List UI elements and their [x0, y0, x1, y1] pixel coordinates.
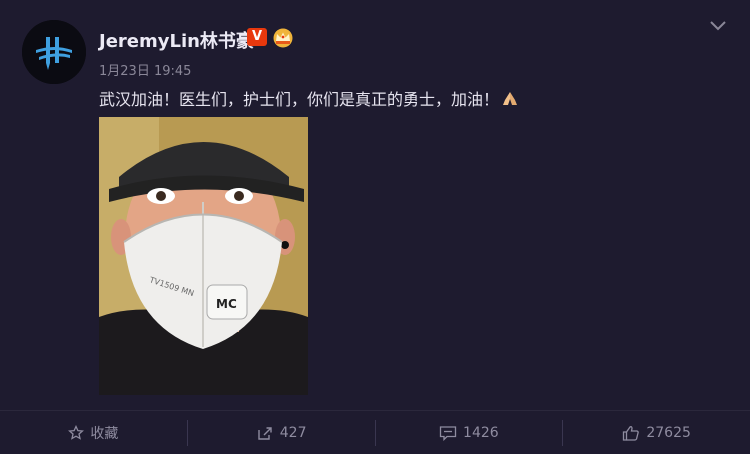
favorite-button[interactable]: 收藏 — [0, 411, 187, 454]
like-button[interactable]: 27625 — [563, 411, 750, 454]
favorite-label: 收藏 — [90, 425, 119, 442]
comment-button[interactable]: 1426 — [376, 411, 563, 454]
post-text: 武汉加油！医生们，护士们，你们是真正的勇士，加油！ — [99, 86, 519, 110]
post-timestamp[interactable]: 1月23日 19:45 — [99, 60, 191, 79]
star-icon — [68, 424, 85, 440]
action-bar: 收藏 427 1426 27625 — [0, 410, 750, 454]
repost-button[interactable]: 427 — [188, 411, 375, 454]
crown-icon[interactable] — [272, 28, 294, 48]
svg-text:MC: MC — [216, 297, 237, 311]
post-body: 武汉加油！医生们，护士们，你们是真正的勇士，加油！ — [99, 90, 500, 109]
avatar[interactable] — [22, 20, 86, 84]
selfie-image: MC TV1509 MN — [99, 117, 308, 395]
weibo-post: JeremyLin林书豪 V 1月23日 19:45 武汉加油！医生们，护士们，… — [0, 0, 750, 453]
comment-icon — [439, 425, 457, 441]
folded-hands-icon — [503, 92, 518, 105]
verified-badge[interactable]: V — [247, 28, 267, 46]
repost-count: 427 — [279, 424, 307, 441]
jl-logo-icon — [22, 20, 86, 84]
chevron-down-icon[interactable] — [709, 18, 727, 32]
like-count: 27625 — [646, 424, 691, 441]
share-icon — [258, 426, 272, 440]
post-photo[interactable]: MC TV1509 MN — [99, 117, 308, 395]
author-name[interactable]: JeremyLin林书豪 — [99, 27, 254, 53]
comment-count: 1426 — [463, 424, 499, 441]
thumbs-up-icon — [623, 425, 640, 441]
